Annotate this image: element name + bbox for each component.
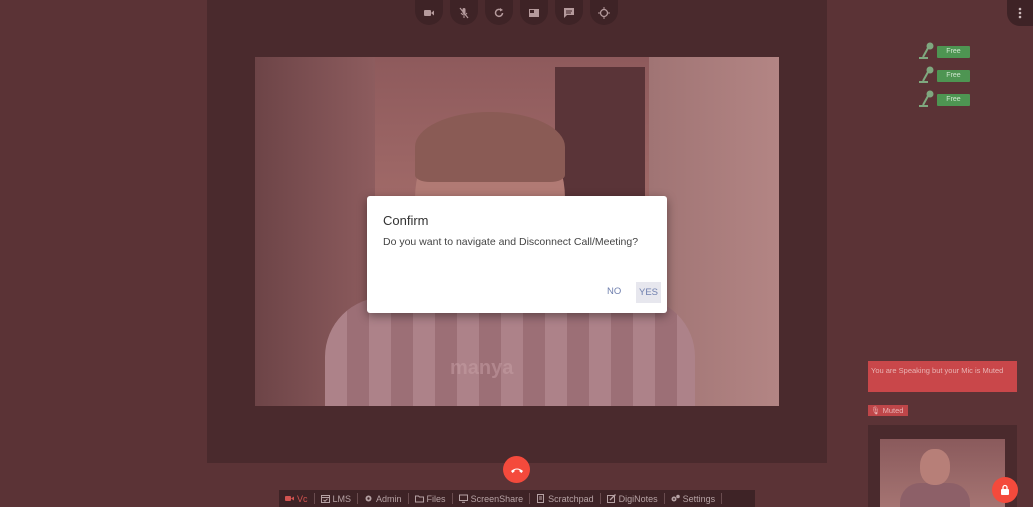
video-watermark: manya	[450, 357, 514, 379]
chat-icon	[564, 7, 574, 18]
refresh-button[interactable]	[485, 0, 513, 25]
mic-muted-warning: You are Speaking but your Mic is Muted	[868, 361, 1017, 392]
phone-hangup-icon	[510, 468, 523, 473]
tab-label: DigiNotes	[618, 493, 658, 504]
video-person-shirt	[325, 297, 695, 406]
focus-button[interactable]	[590, 0, 618, 25]
seat-3[interactable]: Free	[918, 90, 978, 114]
tab-scratchpad[interactable]: Scratchpad	[530, 493, 601, 504]
layout-button[interactable]	[520, 0, 548, 25]
mic-icon: 🎙	[871, 406, 881, 415]
dialog-message: Do you want to navigate and Disconnect C…	[383, 236, 639, 248]
end-call-button[interactable]	[503, 456, 530, 483]
tab-label: Scratchpad	[548, 493, 594, 504]
tab-lms[interactable]: LMS	[315, 493, 359, 504]
refresh-icon	[494, 7, 504, 17]
more-options-button[interactable]	[1007, 0, 1033, 26]
video-camera-icon	[285, 496, 294, 501]
lock-icon	[1001, 484, 1009, 495]
dialog-title: Confirm	[383, 213, 429, 228]
tab-label: Settings	[682, 493, 716, 504]
seat-2[interactable]: Free	[918, 66, 978, 90]
tab-screenshare[interactable]: ScreenShare	[453, 493, 531, 504]
self-video-head	[920, 449, 950, 485]
calendar-check-icon	[320, 495, 330, 503]
self-video-body	[900, 483, 970, 507]
folder-open-icon	[414, 495, 424, 503]
seat-status-badge: Free	[937, 94, 970, 106]
video-person-hair	[415, 112, 565, 182]
participant-seats: Free Free Free	[918, 42, 978, 114]
tab-vc[interactable]: Vc	[279, 493, 315, 504]
mic-toggle-button[interactable]	[450, 0, 478, 25]
floating-action-button[interactable]	[992, 477, 1018, 503]
tab-admin[interactable]: Admin	[358, 493, 409, 504]
tab-diginotes[interactable]: DigiNotes	[601, 493, 665, 504]
tab-label: Files	[426, 493, 446, 504]
tab-settings[interactable]: Settings	[665, 493, 723, 504]
seat-status-badge: Free	[937, 46, 970, 58]
layout-icon	[529, 8, 539, 17]
gear-icon	[365, 495, 372, 502]
tab-label: Vc	[297, 493, 308, 504]
muted-badge: 🎙 Muted	[868, 405, 908, 416]
confirm-dialog: Confirm Do you want to navigate and Disc…	[367, 196, 667, 313]
video-background-window	[555, 67, 645, 197]
seat-mic-icon	[919, 90, 934, 107]
seat-mic-icon	[919, 42, 934, 59]
monitor-icon	[458, 494, 468, 503]
tab-label: ScreenShare	[470, 493, 524, 504]
camera-toggle-button[interactable]	[415, 0, 443, 25]
self-video-feed	[880, 439, 1005, 507]
crosshair-icon	[598, 6, 610, 19]
gears-icon	[671, 494, 680, 502]
tab-files[interactable]: Files	[409, 493, 453, 504]
muted-badge-label: Muted	[882, 406, 904, 415]
seat-status-badge: Free	[937, 70, 970, 82]
seat-mic-icon	[919, 66, 934, 83]
yes-button[interactable]: YES	[636, 282, 661, 303]
no-button[interactable]: NO	[607, 286, 621, 297]
seat-1[interactable]: Free	[918, 42, 978, 66]
top-toolbar	[415, 0, 620, 25]
video-camera-icon	[424, 9, 434, 16]
chat-button[interactable]	[555, 0, 583, 25]
tab-label: LMS	[332, 493, 352, 504]
bottom-nav-bar: Vc LMS Admin Files ScreenShare Scratchpa…	[279, 490, 755, 507]
edit-icon	[606, 494, 616, 503]
tab-label: Admin	[376, 493, 402, 504]
mic-off-icon	[459, 7, 469, 18]
document-icon	[537, 494, 545, 503]
kebab-menu-icon	[1018, 7, 1022, 19]
